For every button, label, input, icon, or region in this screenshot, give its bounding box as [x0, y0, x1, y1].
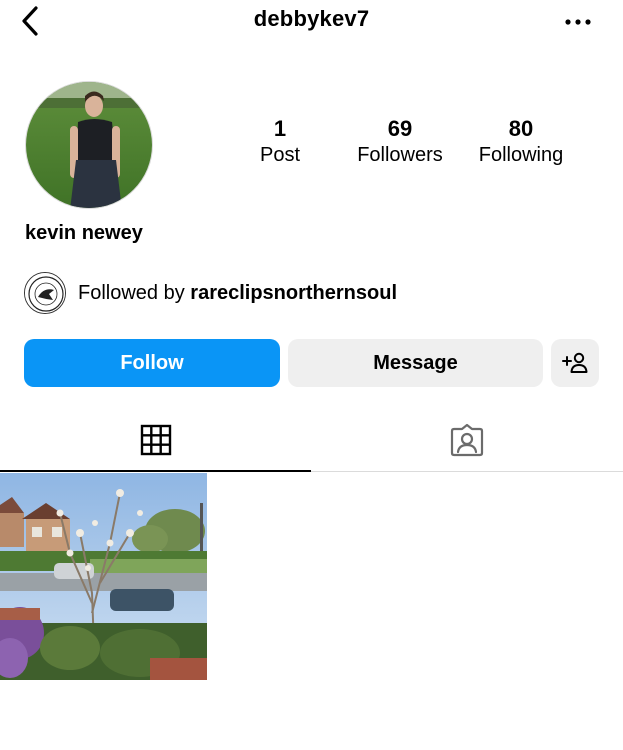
- followers-count-value: 69: [387, 116, 413, 141]
- add-user-icon: [562, 352, 588, 373]
- top-bar: debbykev7: [0, 0, 623, 44]
- followers-count-label: Followers: [357, 144, 443, 166]
- more-horizontal-icon: [565, 19, 591, 25]
- followed-by-account[interactable]: rareclipsnorthernsoul: [190, 282, 397, 304]
- post-thumbnail[interactable]: [0, 473, 207, 680]
- profile-photo: [26, 82, 152, 208]
- post-image: [0, 473, 207, 680]
- following-count-label: Following: [478, 144, 564, 166]
- profile-avatar[interactable]: [25, 81, 153, 209]
- followed-by-text: Followed by rareclipsnorthernsoul: [78, 282, 397, 305]
- followed-by-prefix: Followed by: [78, 281, 185, 304]
- tab-posts-grid[interactable]: [0, 408, 311, 472]
- message-button[interactable]: Message: [288, 339, 543, 387]
- suggested-users-button[interactable]: [551, 339, 599, 387]
- profile-username-title: debbykev7: [253, 6, 370, 31]
- mutual-follower-avatar: [24, 272, 66, 314]
- profile-display-name: kevin newey: [25, 222, 143, 244]
- following-count[interactable]: 80 Following: [466, 116, 576, 168]
- following-count-value: 80: [508, 116, 534, 141]
- tagged-icon: [450, 423, 483, 456]
- posts-count-value: 1: [273, 116, 287, 141]
- followers-count[interactable]: 69 Followers: [345, 116, 455, 168]
- profile-tabs: [0, 408, 623, 472]
- more-options-button[interactable]: [563, 10, 593, 34]
- follow-button[interactable]: Follow: [24, 339, 280, 387]
- grid-icon: [140, 424, 171, 455]
- followed-by-row[interactable]: Followed by rareclipsnorthernsoul: [24, 272, 397, 314]
- posts-count[interactable]: 1 Post: [240, 116, 320, 168]
- tab-tagged[interactable]: [311, 408, 622, 471]
- posts-count-label: Post: [259, 144, 301, 166]
